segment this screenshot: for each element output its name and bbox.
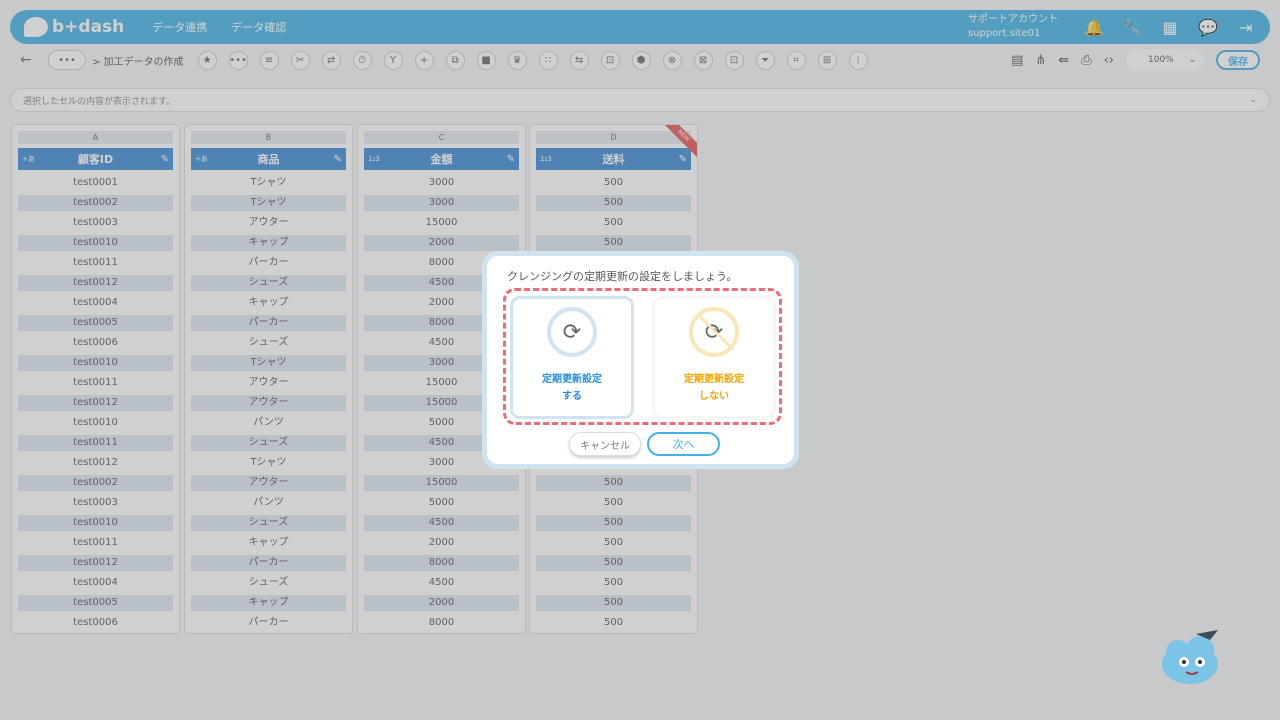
choice-group: ⟳ 定期更新設定 する ⟳ 定期更新設定 しない [503, 288, 782, 425]
option-no-label: 定期更新設定 しない [684, 374, 744, 402]
periodic-update-on-option[interactable]: ⟳ 定期更新設定 する [510, 296, 634, 419]
periodic-update-modal: クレンジングの定期更新の設定をしましょう。 ⟳ 定期更新設定 する ⟳ 定期更新… [482, 251, 799, 469]
periodic-update-off-option[interactable]: ⟳ 定期更新設定 しない [652, 296, 776, 419]
modal-title: クレンジングの定期更新の設定をしましょう。 [507, 270, 738, 283]
option-yes-label: 定期更新設定 する [542, 374, 602, 402]
refresh-disabled-icon: ⟳ [689, 307, 739, 357]
next-button[interactable]: 次へ [647, 432, 720, 456]
mascot-icon[interactable] [1160, 628, 1226, 688]
cancel-button[interactable]: キャンセル [569, 432, 641, 456]
refresh-icon: ⟳ [547, 307, 597, 357]
